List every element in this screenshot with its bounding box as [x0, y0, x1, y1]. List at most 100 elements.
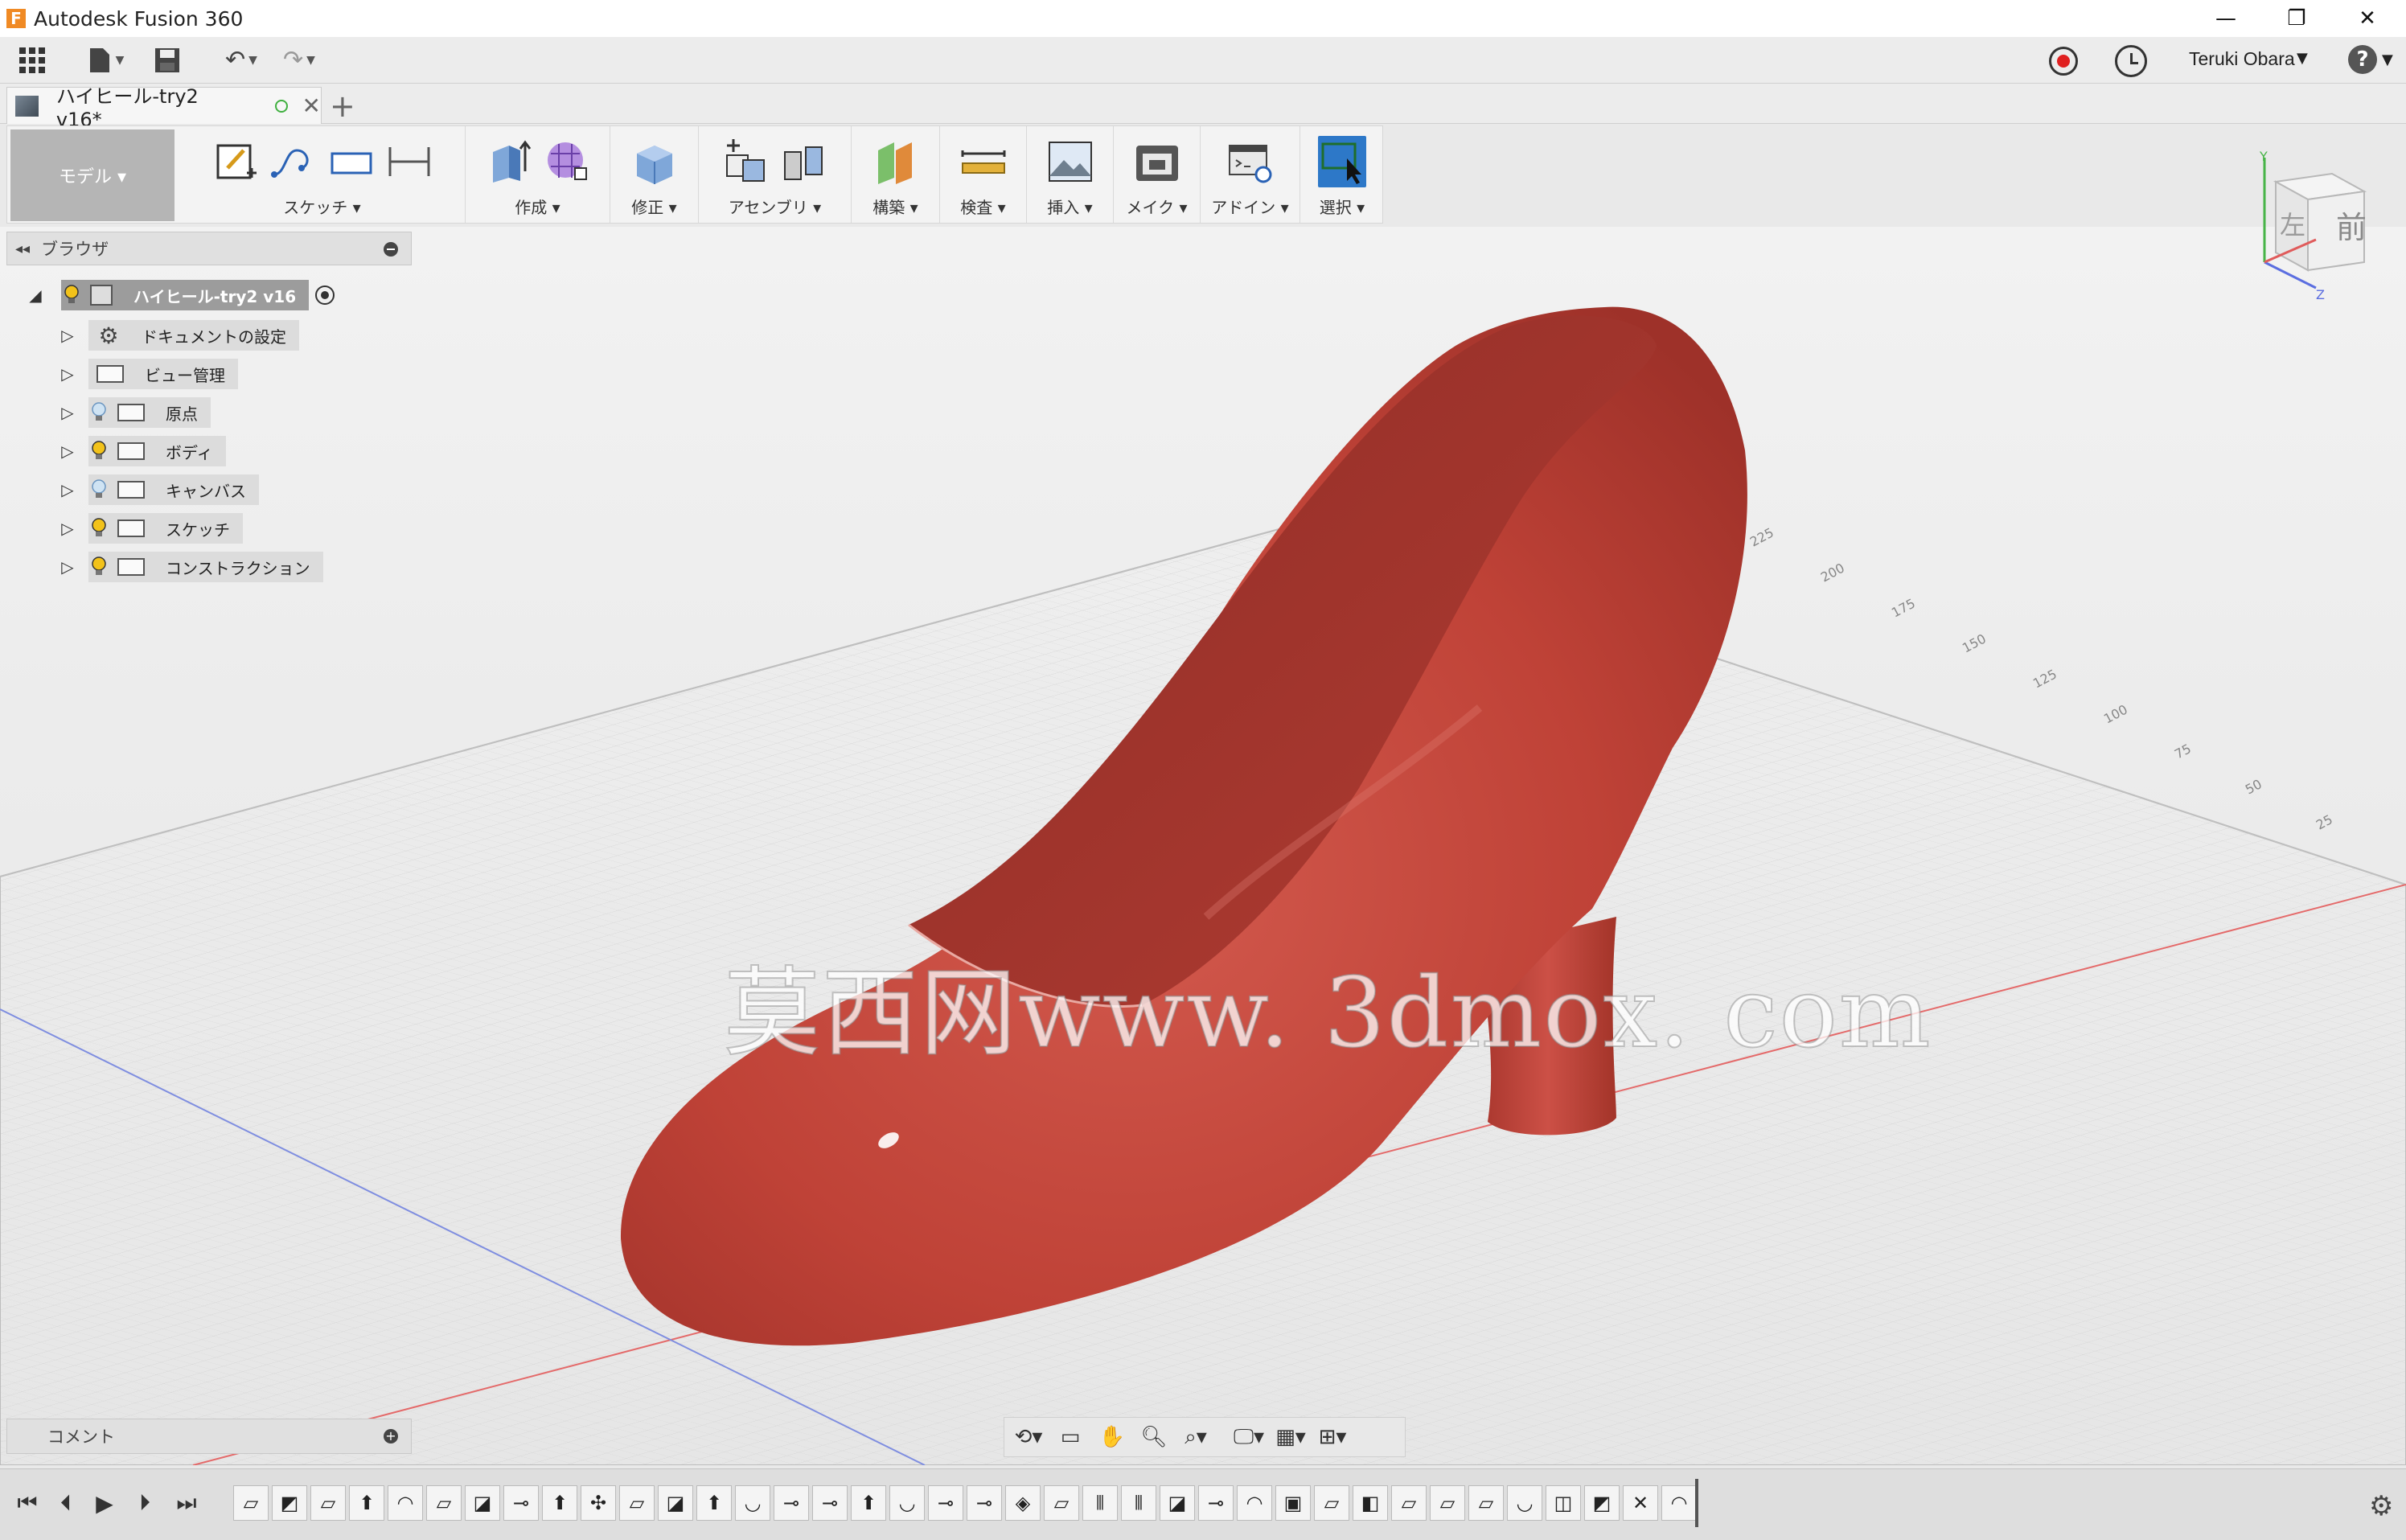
add-comment-icon[interactable]: +: [384, 1429, 398, 1443]
timeline-feature-icon[interactable]: ⬆: [542, 1485, 577, 1521]
job-status-clock-icon[interactable]: [2115, 45, 2147, 77]
3d-print-icon[interactable]: [1133, 136, 1181, 187]
addins-group[interactable]: アドイン ▾: [1201, 126, 1300, 223]
browser-item-body[interactable]: キャンバス: [88, 474, 259, 505]
restore-button[interactable]: ❐: [2261, 0, 2332, 37]
viewcube[interactable]: 前 左 Y Z: [2244, 149, 2388, 302]
extrude-icon[interactable]: [485, 136, 533, 187]
viewports-icon[interactable]: ⊞▾: [1315, 1420, 1350, 1454]
play-icon[interactable]: ▶: [88, 1487, 121, 1519]
timeline-feature-icon[interactable]: ◡: [735, 1485, 770, 1521]
fit-icon[interactable]: ⌕▾: [1178, 1420, 1213, 1454]
create-group[interactable]: 作成 ▾: [466, 126, 610, 223]
timeline-feature-icon[interactable]: ⊸: [812, 1485, 848, 1521]
collapse-triangle-icon[interactable]: ◢: [26, 285, 45, 305]
timeline-feature-icon[interactable]: ◪: [658, 1485, 693, 1521]
zoom-icon[interactable]: 🔍︎: [1136, 1420, 1172, 1454]
timeline-track[interactable]: ▱ ◩ ▱ ⬆ ◠ ▱ ◪ ⊸ ⬆ ✣ ▱ ◪ ⬆ ◡ ⊸ ⊸ ⬆ ◡ ⊸ ⊸ ◈ ▱ ⦀ ⦀ ◪ ⊸ ◠ ▣ ▱ ◧ ▱ ▱ ▱ ◡ ◫ ◩ ✕ ◠: [233, 1485, 1697, 1524]
grid-settings-icon[interactable]: ▦▾: [1273, 1420, 1308, 1454]
make-group[interactable]: メイク ▾: [1114, 126, 1201, 223]
lightbulb-on-icon[interactable]: [88, 555, 109, 579]
timeline-feature-icon[interactable]: ◠: [1237, 1485, 1272, 1521]
browser-item[interactable]: ▷ コンストラクション: [58, 551, 323, 583]
insert-image-icon[interactable]: [1046, 136, 1094, 187]
construct-group[interactable]: 構築 ▾: [852, 126, 940, 223]
user-account-menu[interactable]: Teruki Obara: [2189, 48, 2295, 70]
browser-item[interactable]: ▷ ⚙ ドキュメントの設定: [58, 319, 299, 351]
timeline-feature-icon[interactable]: ◠: [388, 1485, 423, 1521]
inspect-group[interactable]: 検査 ▾: [940, 126, 1027, 223]
workspace-switcher[interactable]: モデル ▾: [10, 129, 174, 221]
timeline-feature-icon[interactable]: ▱: [1430, 1485, 1465, 1521]
expand-triangle-icon[interactable]: ▷: [58, 519, 77, 538]
timeline-feature-icon[interactable]: ⬆: [851, 1485, 886, 1521]
timeline-feature-icon[interactable]: ✣: [581, 1485, 616, 1521]
orbit-icon[interactable]: ⟲▾: [1011, 1420, 1046, 1454]
browser-item[interactable]: ▷ キャンバス: [58, 474, 259, 506]
viewcube-front-label[interactable]: 前: [2336, 210, 2367, 245]
new-component-icon[interactable]: [722, 136, 770, 187]
timeline-feature-icon[interactable]: ▱: [426, 1485, 462, 1521]
press-pull-icon[interactable]: [630, 136, 679, 187]
activate-radio-icon[interactable]: [315, 285, 335, 305]
step-back-icon[interactable]: ⏴: [50, 1487, 82, 1519]
scripts-addins-icon[interactable]: [1226, 136, 1275, 187]
step-forward-icon[interactable]: ⏵: [129, 1487, 161, 1519]
lightbulb-off-icon[interactable]: [88, 478, 109, 502]
browser-root-node[interactable]: ◢ ハイヒール-try2 v16: [26, 279, 335, 311]
browser-item-body[interactable]: ビュー管理: [88, 359, 238, 389]
timeline-feature-icon[interactable]: ⊸: [503, 1485, 539, 1521]
timeline-feature-icon[interactable]: ◡: [1507, 1485, 1542, 1521]
form-icon[interactable]: [543, 136, 591, 187]
sketch-group[interactable]: スケッチ ▾: [179, 126, 466, 223]
timeline-feature-icon[interactable]: ◠: [1661, 1485, 1697, 1521]
timeline-feature-icon[interactable]: ⦀: [1121, 1485, 1156, 1521]
timeline-feature-icon[interactable]: ▱: [619, 1485, 655, 1521]
timeline-feature-icon[interactable]: ◈: [1005, 1485, 1041, 1521]
lightbulb-on-icon[interactable]: [61, 283, 82, 307]
browser-item[interactable]: ▷ スケッチ: [58, 512, 243, 544]
help-icon[interactable]: ?: [2348, 45, 2377, 74]
expand-triangle-icon[interactable]: ▷: [58, 326, 77, 345]
timeline-feature-icon[interactable]: ▱: [1391, 1485, 1427, 1521]
timeline-feature-icon[interactable]: ◪: [1160, 1485, 1195, 1521]
lightbulb-on-icon[interactable]: [88, 516, 109, 540]
display-settings-icon[interactable]: 🖵▾: [1231, 1420, 1267, 1454]
browser-item-body[interactable]: スケッチ: [88, 513, 243, 544]
document-tab[interactable]: ハイヒール-try2 v16* ✕: [6, 85, 322, 131]
chevron-down-icon[interactable]: ▼: [2297, 50, 2308, 67]
redo-icon[interactable]: ↷ ▼: [278, 41, 320, 80]
data-panel-grid-icon[interactable]: [11, 41, 53, 80]
select-group[interactable]: 選択 ▾: [1300, 126, 1384, 223]
timeline-feature-icon[interactable]: ⊸: [1198, 1485, 1234, 1521]
browser-item-body[interactable]: コンストラクション: [88, 552, 323, 582]
browser-panel-header[interactable]: ◂◂ ブラウザ: [6, 232, 412, 265]
timeline-feature-icon[interactable]: ▣: [1275, 1485, 1311, 1521]
insert-group[interactable]: 挿入 ▾: [1027, 126, 1114, 223]
create-sketch-icon[interactable]: [211, 136, 260, 187]
file-menu-icon[interactable]: ▼: [85, 41, 127, 80]
expand-triangle-icon[interactable]: ▷: [58, 557, 77, 577]
3d-viewport[interactable]: 225 200 175 150 125 100 75 50 25 莫西网www. 3dmox. …: [0, 227, 2406, 1465]
timeline-feature-icon[interactable]: ⊸: [928, 1485, 963, 1521]
timeline-feature-icon[interactable]: ⊸: [967, 1485, 1002, 1521]
chevron-down-icon[interactable]: ▼: [2382, 51, 2393, 68]
collapse-browser-icon[interactable]: ◂◂: [15, 240, 30, 257]
joint-icon[interactable]: [780, 136, 828, 187]
timeline-feature-icon[interactable]: ⊸: [774, 1485, 809, 1521]
expand-triangle-icon[interactable]: ▷: [58, 480, 77, 499]
lightbulb-off-icon[interactable]: [88, 400, 109, 425]
undo-icon[interactable]: ↶ ▼: [220, 41, 262, 80]
timeline-feature-icon[interactable]: ▱: [233, 1485, 269, 1521]
timeline-feature-icon[interactable]: ▱: [1314, 1485, 1349, 1521]
look-at-icon[interactable]: ▭: [1053, 1420, 1088, 1454]
timeline-feature-icon[interactable]: ⬆: [349, 1485, 384, 1521]
close-button[interactable]: ✕: [2332, 0, 2403, 37]
timeline-feature-icon[interactable]: ▱: [1468, 1485, 1504, 1521]
timeline-feature-icon[interactable]: ✕: [1623, 1485, 1658, 1521]
timeline-feature-icon[interactable]: ▱: [1044, 1485, 1079, 1521]
timeline-feature-icon[interactable]: ◡: [889, 1485, 925, 1521]
spline-icon[interactable]: [269, 136, 318, 187]
viewcube-left-label[interactable]: 左: [2280, 210, 2305, 240]
browser-item-body[interactable]: 原点: [88, 397, 211, 428]
